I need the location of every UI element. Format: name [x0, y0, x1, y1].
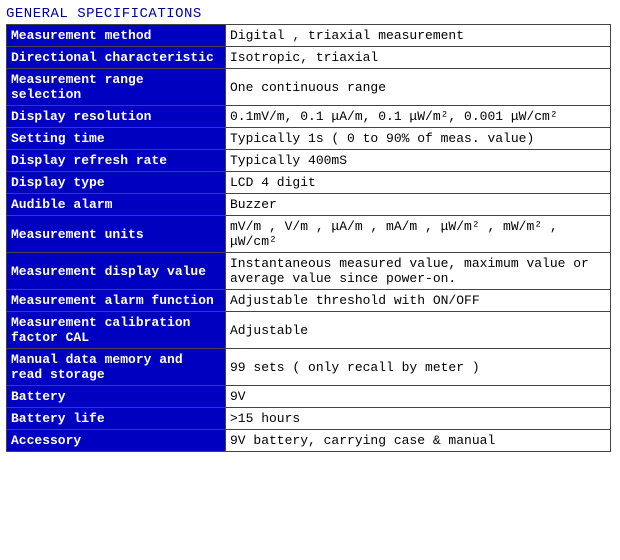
spec-value: Isotropic, triaxial [226, 47, 611, 69]
table-row: Display resolution0.1mV/m, 0.1 μA/m, 0.1… [7, 106, 611, 128]
spec-label: Display resolution [7, 106, 226, 128]
spec-value: >15 hours [226, 408, 611, 430]
spec-value: 99 sets ( only recall by meter ) [226, 349, 611, 386]
table-row: Measurement unitsmV/m , V/m , μA/m , mA/… [7, 216, 611, 253]
spec-value: Adjustable [226, 312, 611, 349]
table-row: Measurement alarm functionAdjustable thr… [7, 290, 611, 312]
spec-label: Measurement calibration factor CAL [7, 312, 226, 349]
spec-value: Adjustable threshold with ON/OFF [226, 290, 611, 312]
section-title: GENERAL SPECIFICATIONS [6, 6, 614, 22]
table-row: Directional characteristicIsotropic, tri… [7, 47, 611, 69]
table-row: Battery9V [7, 386, 611, 408]
spec-label: Battery life [7, 408, 226, 430]
spec-label: Manual data memory and read storage [7, 349, 226, 386]
spec-value: One continuous range [226, 69, 611, 106]
table-row: Measurement calibration factor CALAdjust… [7, 312, 611, 349]
spec-value: Digital , triaxial measurement [226, 25, 611, 47]
spec-label: Audible alarm [7, 194, 226, 216]
table-row: Measurement range selectionOne continuou… [7, 69, 611, 106]
spec-label: Display refresh rate [7, 150, 226, 172]
spec-label: Battery [7, 386, 226, 408]
table-row: Display typeLCD 4 digit [7, 172, 611, 194]
table-row: Display refresh rateTypically 400mS [7, 150, 611, 172]
spec-value: 0.1mV/m, 0.1 μA/m, 0.1 μW/m², 0.001 μW/c… [226, 106, 611, 128]
spec-label: Measurement alarm function [7, 290, 226, 312]
table-row: Measurement methodDigital , triaxial mea… [7, 25, 611, 47]
spec-label: Display type [7, 172, 226, 194]
table-row: Accessory9V battery, carrying case & man… [7, 430, 611, 452]
spec-label: Measurement units [7, 216, 226, 253]
spec-label: Measurement method [7, 25, 226, 47]
table-row: Audible alarmBuzzer [7, 194, 611, 216]
spec-value: LCD 4 digit [226, 172, 611, 194]
spec-value: 9V battery, carrying case & manual [226, 430, 611, 452]
table-row: Measurement display valueInstantaneous m… [7, 253, 611, 290]
spec-label: Measurement range selection [7, 69, 226, 106]
spec-label: Accessory [7, 430, 226, 452]
spec-value: 9V [226, 386, 611, 408]
spec-value: mV/m , V/m , μA/m , mA/m , μW/m² , mW/m²… [226, 216, 611, 253]
table-row: Battery life>15 hours [7, 408, 611, 430]
spec-value: Typically 1s ( 0 to 90% of meas. value) [226, 128, 611, 150]
spec-value: Instantaneous measured value, maximum va… [226, 253, 611, 290]
table-row: Manual data memory and read storage99 se… [7, 349, 611, 386]
spec-label: Setting time [7, 128, 226, 150]
spec-label: Directional characteristic [7, 47, 226, 69]
table-row: Setting timeTypically 1s ( 0 to 90% of m… [7, 128, 611, 150]
spec-label: Measurement display value [7, 253, 226, 290]
spec-value: Buzzer [226, 194, 611, 216]
spec-value: Typically 400mS [226, 150, 611, 172]
specifications-tbody: Measurement methodDigital , triaxial mea… [7, 25, 611, 452]
specifications-table: Measurement methodDigital , triaxial mea… [6, 24, 611, 452]
